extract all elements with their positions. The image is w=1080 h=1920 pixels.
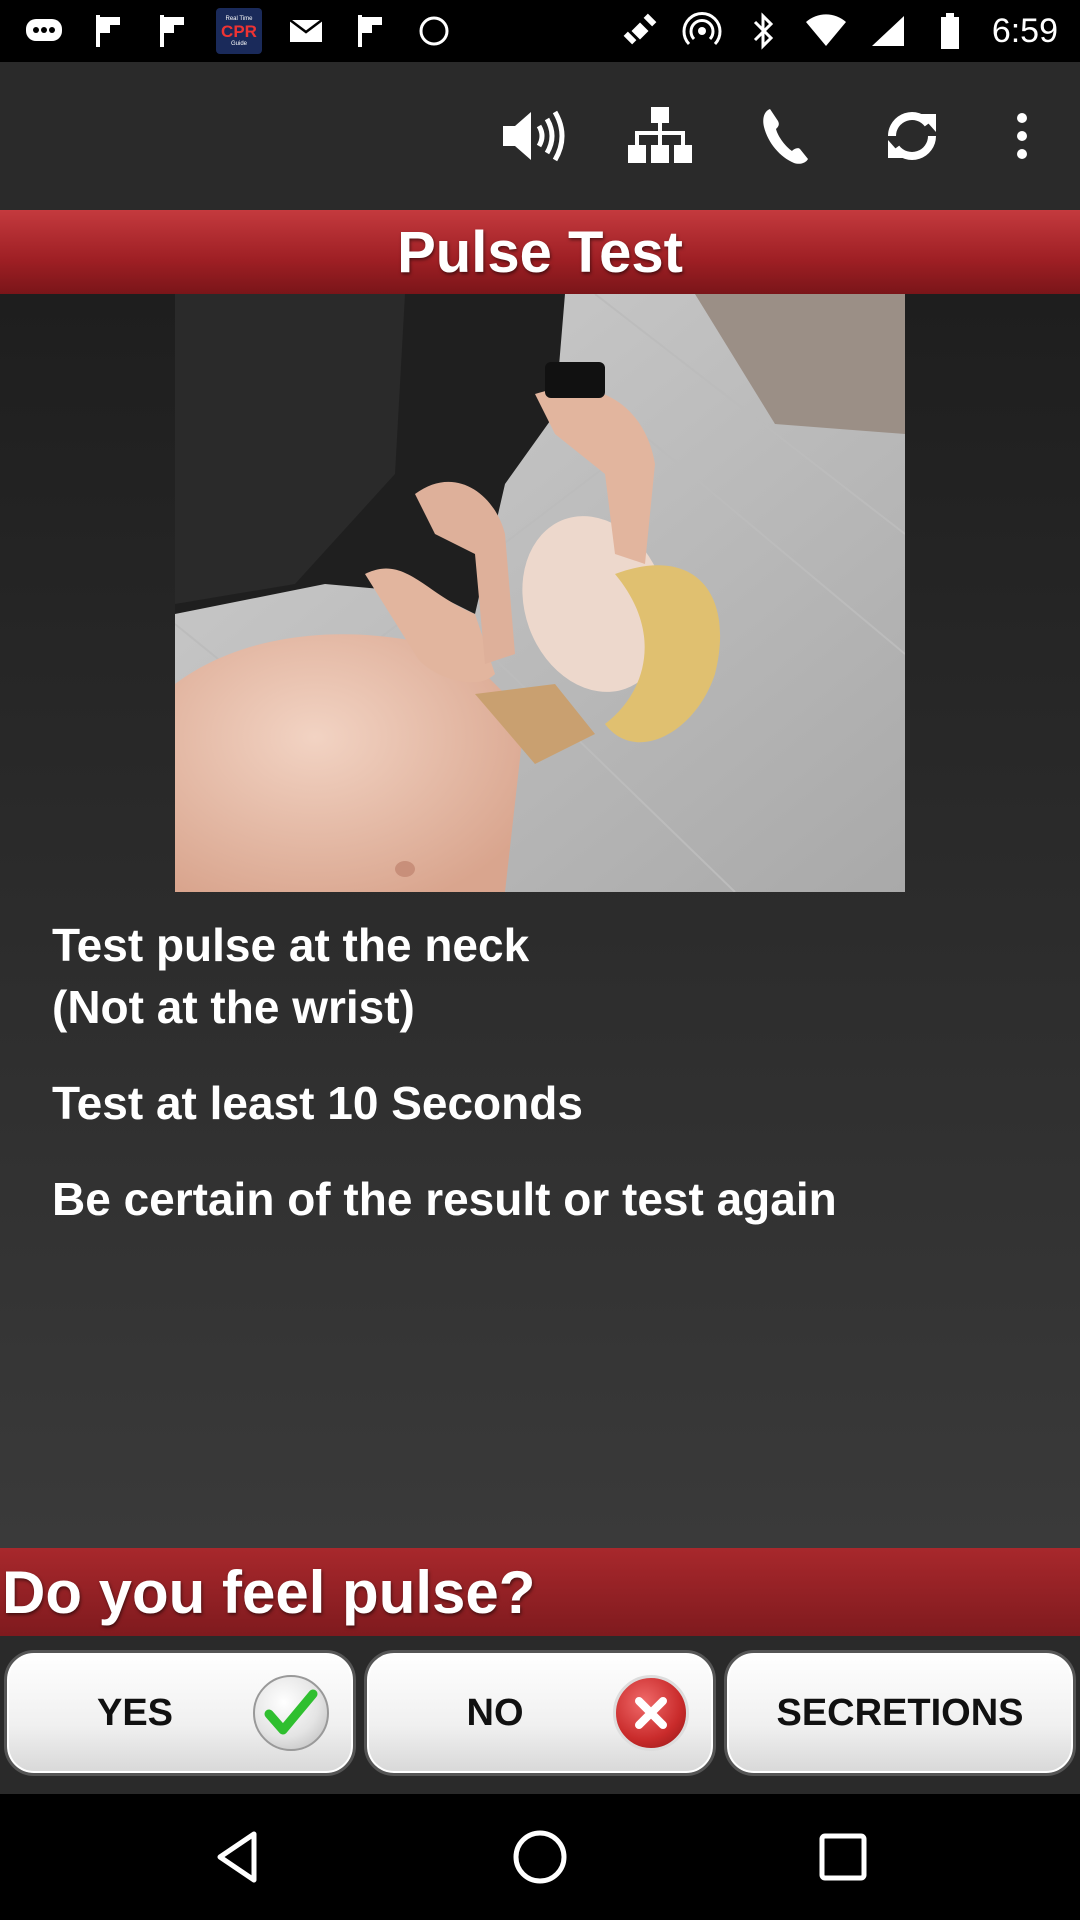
signal-icon xyxy=(868,11,908,51)
status-bar-system: 6:59 xyxy=(620,10,1058,52)
refresh-icon[interactable] xyxy=(876,100,948,172)
close-icon xyxy=(613,1675,689,1751)
main-content: Test pulse at the neck (Not at the wrist… xyxy=(0,294,1080,1548)
phone-icon[interactable] xyxy=(750,100,822,172)
flag-icon xyxy=(152,11,192,51)
mail-icon xyxy=(286,11,326,51)
cpr-badge-label: CPR xyxy=(221,21,257,41)
system-navigation-bar xyxy=(0,1794,1080,1920)
question-text: Do you feel pulse? xyxy=(2,1558,536,1626)
instruction-neck: Test pulse at the neck (Not at the wrist… xyxy=(52,919,530,1033)
hotspot-icon xyxy=(682,11,722,51)
overflow-menu-icon[interactable] xyxy=(986,100,1058,172)
instruction-certainty: Be certain of the result or test again xyxy=(52,1173,837,1225)
home-icon[interactable] xyxy=(505,1822,575,1892)
app-toolbar xyxy=(0,62,1080,210)
checkmark-icon xyxy=(253,1675,329,1751)
page-title: Pulse Test xyxy=(397,219,683,285)
cpr-pulse-check-photo xyxy=(175,294,905,892)
yes-button-label: YES xyxy=(96,1691,174,1734)
no-button-label: NO xyxy=(466,1691,524,1734)
secretions-button[interactable]: SECRETIONS xyxy=(724,1650,1076,1776)
cpr-badge-small-label-2: Guide xyxy=(230,40,247,47)
recents-icon[interactable] xyxy=(808,1822,878,1892)
status-bar-time: 6:59 xyxy=(991,11,1058,50)
instruction-duration: Test at least 10 Seconds xyxy=(52,1077,583,1129)
bluetooth-icon xyxy=(744,11,784,51)
fake-gps-satellite-icon xyxy=(620,11,660,51)
wifi-icon xyxy=(805,11,846,51)
secretions-button-label: SECRETIONS xyxy=(776,1691,1024,1734)
cpr-app-icon: Real Time CPR Guide xyxy=(216,8,262,54)
title-banner: Pulse Test xyxy=(0,210,1080,294)
instructions: Test pulse at the neck (Not at the wrist… xyxy=(52,914,1032,1264)
volume-icon[interactable] xyxy=(498,100,570,172)
flag-icon xyxy=(350,11,390,51)
flag-icon xyxy=(88,11,128,51)
sitemap-icon[interactable] xyxy=(624,100,696,172)
question-banner: Do you feel pulse? xyxy=(0,1548,1080,1636)
battery-icon xyxy=(930,11,970,51)
messaging-icon xyxy=(24,11,64,51)
circle-icon xyxy=(414,11,454,51)
answer-buttons: YES NO SECRETIONS xyxy=(0,1636,1080,1794)
status-bar-notifications: Real Time CPR Guide xyxy=(24,8,454,54)
back-icon[interactable] xyxy=(202,1822,272,1892)
status-bar: Real Time CPR Guide 6:59 xyxy=(0,0,1080,62)
yes-button[interactable]: YES xyxy=(4,1650,356,1776)
no-button[interactable]: NO xyxy=(364,1650,716,1776)
